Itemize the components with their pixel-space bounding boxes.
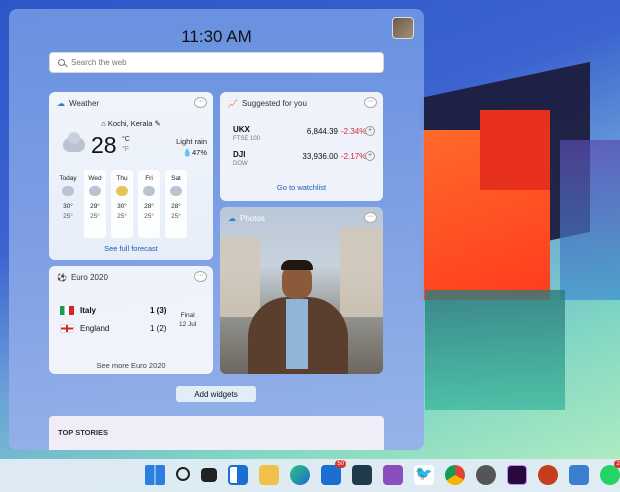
partly-cloudy-icon	[116, 186, 128, 196]
search-icon	[58, 59, 65, 66]
soccer-icon: ⚽	[57, 273, 67, 282]
england-flag-icon	[60, 324, 74, 334]
avatar[interactable]	[392, 17, 414, 39]
weather-location[interactable]: ⌂ Kochi, Kerala ✎	[49, 119, 213, 128]
rain-cloud-icon	[89, 186, 101, 196]
search-input[interactable]	[71, 58, 371, 67]
settings-icon[interactable]	[476, 465, 496, 485]
start-icon[interactable]	[145, 465, 165, 485]
wallpaper-shape	[425, 290, 565, 410]
file-explorer-icon[interactable]	[259, 465, 279, 485]
wallpaper-shape	[480, 110, 550, 190]
whatsapp-badge: 23	[614, 460, 620, 468]
mail-icon[interactable]: 50	[321, 460, 346, 485]
go-to-watchlist-link[interactable]: Go to watchlist	[220, 183, 383, 192]
stocks-card-title: 📈 Suggested for you	[228, 99, 307, 108]
stock-row[interactable]: DJI DOW 33,936.00 -2.17% +	[233, 150, 375, 167]
widgets-panel: 11:30 AM ☁ Weather ··· ⌂ Kochi, Kerala ✎…	[9, 9, 424, 450]
photo-subject	[281, 260, 313, 270]
forecast-day[interactable]: Wed 29° 25°	[84, 170, 106, 238]
clock: 11:30 AM	[181, 27, 252, 46]
rain-cloud-icon	[63, 132, 85, 152]
rain-cloud-icon	[143, 186, 155, 196]
more-options-button[interactable]: ···	[364, 97, 377, 108]
whatsapp-icon[interactable]: 23	[600, 460, 620, 485]
add-to-watchlist-button[interactable]: +	[365, 126, 375, 136]
match-status: Final 12 Jul	[179, 312, 197, 328]
app-icon[interactable]	[383, 465, 403, 485]
store-app-icon[interactable]	[352, 465, 372, 485]
notepad-icon[interactable]	[569, 465, 589, 485]
forecast-day[interactable]: Sat 28° 25°	[165, 170, 187, 238]
photo-subject	[286, 299, 308, 369]
forecast-days: Today 30° 25° Wed 29° 25° Thu 30° 25° Fr…	[57, 170, 187, 238]
more-options-button[interactable]: ···	[364, 212, 377, 223]
photo-background	[340, 227, 383, 317]
photos-card-title: ☁ Photos	[228, 214, 265, 223]
stocks-card[interactable]: 📈 Suggested for you ··· UKX FTSE 100 6,8…	[220, 92, 383, 201]
edge-icon[interactable]	[290, 465, 310, 485]
weather-condition: Light rain 💧47%	[176, 137, 207, 157]
stock-row[interactable]: UKX FTSE 100 6,844.39 -2.34% +	[233, 125, 375, 142]
task-view-icon[interactable]	[201, 468, 217, 482]
home-icon: ⌂	[101, 119, 106, 128]
add-widgets-button[interactable]: Add widgets	[176, 386, 256, 402]
unit-celsius[interactable]: °C	[122, 136, 130, 143]
temperature-unit-toggle[interactable]: °C °F	[122, 135, 130, 155]
wallpaper-shape	[560, 140, 620, 300]
taskbar-icons: 50 🐦 23	[145, 460, 620, 485]
euro-card[interactable]: ⚽ Euro 2020 ··· Italy 1 (3) England 1 (2…	[49, 266, 213, 374]
euro-card-title: ⚽ Euro 2020	[57, 273, 108, 282]
forecast-day[interactable]: Today 30° 25°	[57, 170, 79, 238]
humidity-icon: 💧	[182, 148, 192, 157]
premiere-icon[interactable]	[507, 465, 527, 485]
photos-card[interactable]: ☁ Photos ···	[220, 207, 383, 374]
search-icon[interactable]	[176, 467, 190, 481]
see-more-euro-link[interactable]: See more Euro 2020	[49, 361, 213, 370]
cloud-icon: ☁	[57, 99, 65, 108]
chrome-icon[interactable]	[445, 465, 465, 485]
italy-flag-icon	[60, 306, 74, 316]
search-box[interactable]	[49, 52, 384, 73]
more-options-button[interactable]: ···	[194, 97, 207, 108]
twitter-icon[interactable]: 🐦	[414, 465, 434, 485]
weather-card-title: ☁ Weather	[57, 99, 99, 108]
taskbar: 50 🐦 23	[0, 459, 620, 492]
rain-cloud-icon	[62, 186, 74, 196]
widgets-icon[interactable]	[228, 465, 248, 485]
team-row: England 1 (2)	[60, 324, 170, 334]
more-options-button[interactable]: ···	[194, 271, 207, 282]
humidity: 47%	[191, 148, 207, 157]
photo-background	[220, 237, 260, 317]
unit-fahrenheit[interactable]: °F	[122, 146, 129, 153]
weather-title: Weather	[69, 99, 100, 108]
add-to-watchlist-button[interactable]: +	[365, 151, 375, 161]
powerpoint-icon[interactable]	[538, 465, 558, 485]
see-full-forecast-link[interactable]: See full forecast	[49, 244, 213, 253]
mail-badge: 50	[335, 460, 346, 468]
rain-cloud-icon	[170, 186, 182, 196]
team-row: Italy 1 (3)	[60, 306, 170, 316]
chart-icon: 📈	[228, 99, 238, 108]
top-stories-header: TOP STORIES	[49, 416, 384, 450]
edit-icon[interactable]: ✎	[155, 119, 161, 128]
forecast-day[interactable]: Thu 30° 25°	[111, 170, 133, 238]
cloud-icon: ☁	[228, 214, 236, 223]
forecast-day[interactable]: Fri 28° 25°	[138, 170, 160, 238]
current-temperature: 28	[91, 132, 117, 158]
weather-card[interactable]: ☁ Weather ··· ⌂ Kochi, Kerala ✎ 28 °C °F…	[49, 92, 213, 260]
